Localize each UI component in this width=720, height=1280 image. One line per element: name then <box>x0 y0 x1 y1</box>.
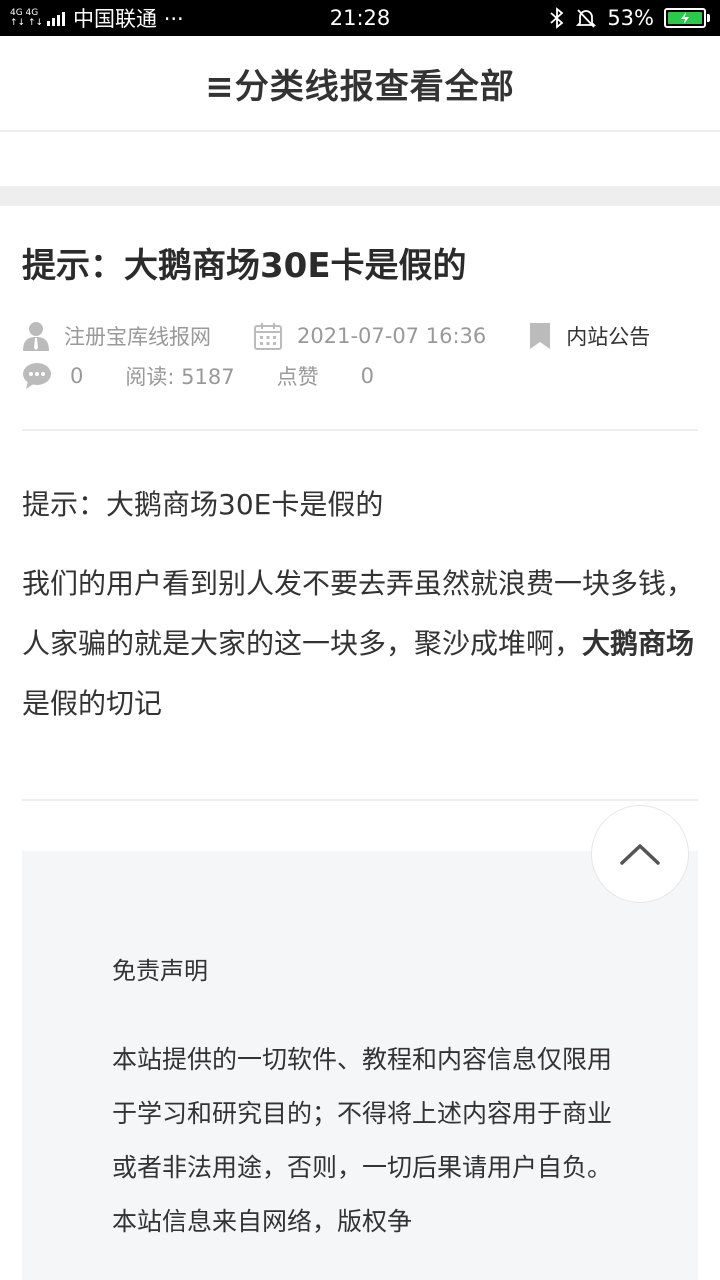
comment-icon <box>23 363 51 389</box>
content-paragraph: 我们的用户看到别人发不要去弄虽然就浪费一块多钱，人家骗的就是大家的这一块多，聚沙… <box>22 554 698 734</box>
comments[interactable]: 0 <box>22 362 83 390</box>
article-content: 提示：大鹅商场30E卡是假的 我们的用户看到别人发不要去弄虽然就浪费一块多钱，人… <box>22 480 698 734</box>
publish-date: 2021-07-07 16:36 <box>253 321 486 351</box>
category-tag[interactable]: 内站公告 <box>528 321 650 351</box>
read-count: 阅读: 5187 <box>125 365 235 389</box>
comment-count: 0 <box>70 364 84 388</box>
calendar-icon <box>254 323 282 350</box>
article-title: 提示：大鹅商场30E卡是假的 <box>22 246 467 286</box>
divider <box>22 799 698 801</box>
battery-percent: 53% <box>607 6 654 30</box>
battery-icon <box>664 8 710 28</box>
chevron-up-icon <box>620 844 660 865</box>
article-meta: 注册宝库线报网 2021-07-07 16:36 内站公告 0 阅读: 5187… <box>22 316 702 396</box>
status-bar: 4G 4G ↑↓ ↑↓ 中国联通 ··· 21:28 53% <box>0 0 720 36</box>
content-bold: 大鹅商场 <box>582 627 695 660</box>
disclaimer-text: 本站提供的一切软件、教程和内容信息仅限用于学习和研究目的；不得将上述内容用于商业… <box>112 1045 613 1236</box>
content-tail: 是假的切记 <box>22 687 163 720</box>
back-to-top-button[interactable] <box>591 805 689 903</box>
content-lead: 提示：大鹅商场30E卡是假的 <box>22 488 384 521</box>
date-text: 2021-07-07 16:36 <box>297 324 487 348</box>
bell-muted-icon <box>575 7 597 29</box>
author-name: 注册宝库线报网 <box>64 325 211 349</box>
status-right: 53% <box>549 0 710 36</box>
disclaimer-title: 免责声明 <box>112 957 208 985</box>
category-name: 内站公告 <box>566 325 651 349</box>
likes-label[interactable]: 点赞 <box>277 361 319 391</box>
divider <box>22 429 698 431</box>
section-separator <box>0 186 720 206</box>
category-link[interactable]: ≡分类线报查看全部 <box>205 59 515 108</box>
bookmark-icon <box>530 323 551 349</box>
meta-row-2: 0 阅读: 5187 点赞 0 <box>22 356 702 396</box>
bluetooth-icon <box>549 7 565 29</box>
author[interactable]: 注册宝库线报网 <box>22 320 211 352</box>
user-icon <box>23 322 49 351</box>
likes-count: 0 <box>360 364 374 388</box>
page-header: ≡分类线报查看全部 <box>0 36 720 132</box>
meta-row-1: 注册宝库线报网 2021-07-07 16:36 内站公告 <box>22 316 702 356</box>
battery-fill <box>668 12 702 24</box>
disclaimer-box: 免责声明 本站提供的一切软件、教程和内容信息仅限用于学习和研究目的；不得将上述内… <box>22 851 698 1280</box>
